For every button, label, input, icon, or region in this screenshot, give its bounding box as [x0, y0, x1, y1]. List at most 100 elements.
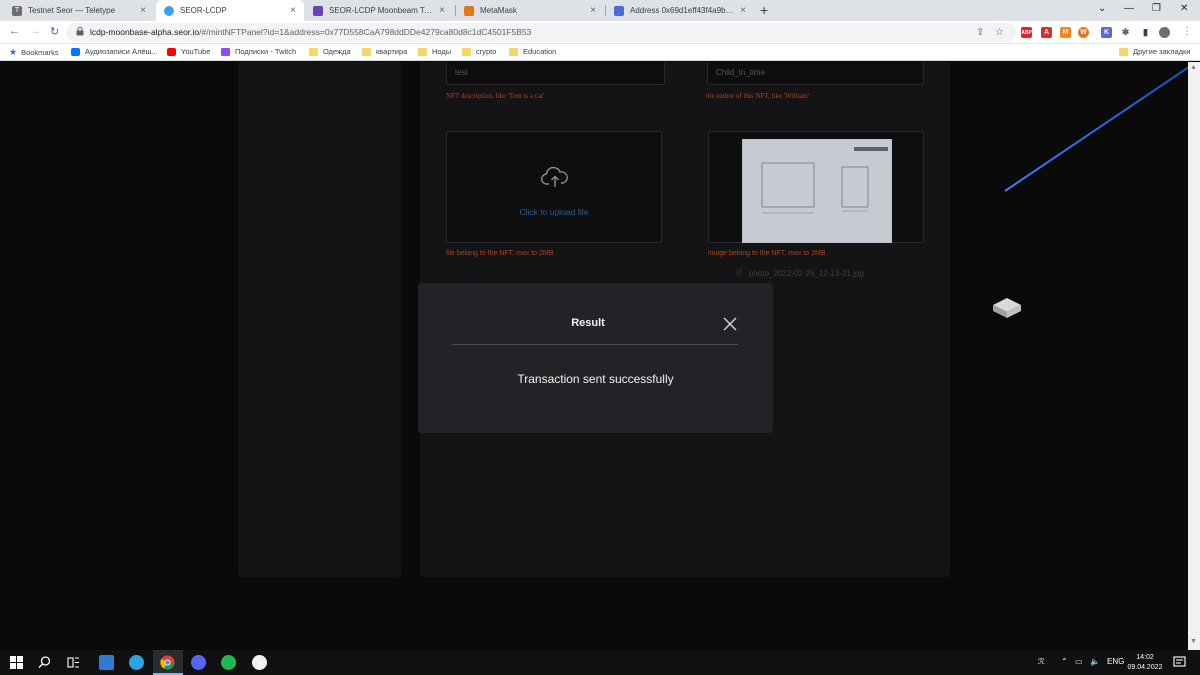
tab-search-icon[interactable]: ⌄: [1098, 3, 1106, 14]
vk-icon: [71, 47, 80, 56]
bookmark-folder-education[interactable]: Education: [509, 47, 556, 56]
forward-arrow-icon[interactable]: →: [30, 25, 41, 37]
task-view-icon[interactable]: [66, 655, 81, 670]
bookmark-youtube[interactable]: YouTube: [167, 47, 210, 56]
bookmark-bookmarks[interactable]: ★ Bookmarks: [9, 47, 59, 58]
decorative-ray: [1004, 62, 1197, 192]
bookmark-star-icon[interactable]: ☆: [995, 27, 1004, 38]
bookmark-folder-crypto[interactable]: crypto: [462, 47, 496, 56]
file-explorer-icon[interactable]: [99, 655, 114, 670]
close-tab-icon[interactable]: ×: [590, 5, 596, 16]
metamask-icon[interactable]: M: [1060, 27, 1071, 38]
bookmark-folder-nodes[interactable]: Ноды: [418, 47, 451, 56]
bookmark-label: Другие закладки: [1133, 47, 1191, 56]
share-icon[interactable]: ⇪: [976, 27, 984, 38]
file-upload-area[interactable]: Click to upload file: [446, 131, 662, 243]
page-content: test NFT description, like 'Tom is a cat…: [0, 62, 1200, 650]
tab-teletype[interactable]: T Testnet Seor — Teletype ×: [4, 0, 154, 21]
new-tab-button[interactable]: +: [760, 2, 768, 18]
app-icon[interactable]: [252, 655, 267, 670]
lock-icon: [76, 27, 84, 36]
minimize-button[interactable]: —: [1124, 3, 1134, 14]
bookmark-label: квартира: [376, 47, 408, 56]
bookmark-label: YouTube: [181, 47, 211, 56]
address-bar[interactable]: lcdp-moonbase-alpha.seor.io/#/mintNFTPan…: [66, 23, 1016, 42]
explorer-icon: [614, 5, 624, 16]
extension-label: M: [1062, 29, 1069, 36]
image-upload-area[interactable]: [708, 131, 924, 243]
bookmark-label: Bookmarks: [21, 48, 59, 57]
bookmark-folder-clothes[interactable]: Одежда: [309, 47, 351, 56]
tab-strip: T Testnet Seor — Teletype × SEOR-LCDP × …: [0, 0, 1200, 21]
close-tab-icon[interactable]: ×: [140, 5, 146, 16]
language-indicator[interactable]: ENG: [1107, 657, 1124, 666]
tab-seor-lcdp[interactable]: SEOR-LCDP ×: [156, 0, 304, 21]
chrome-icon[interactable]: [160, 655, 175, 670]
extension-label: ✱: [1121, 27, 1130, 37]
image-filename: photo_2022-02-26_12-13-21.jpg: [749, 269, 864, 278]
bookmark-label: Education: [523, 47, 557, 56]
network-icon[interactable]: ▭: [1075, 657, 1083, 666]
image-hint: image belong to the NFT, max to 2MB: [708, 250, 826, 257]
folder-icon: [1119, 47, 1128, 56]
url-host: lcdp-moonbase-alpha.seor.io: [90, 27, 200, 37]
tab-seor-moonbeam[interactable]: SEOR-LCDP Moonbeam Testnet ×: [305, 0, 453, 21]
bookmark-label: Одежда: [323, 47, 351, 56]
tab-metamask[interactable]: MetaMask ×: [456, 0, 604, 21]
people-icon[interactable]: ℛ: [1038, 657, 1044, 666]
upload-label[interactable]: Click to upload file: [447, 207, 661, 217]
sidebar-panel: [238, 62, 401, 577]
moonbeam-icon: [313, 5, 323, 16]
back-arrow-icon[interactable]: ←: [9, 25, 20, 37]
close-icon[interactable]: [723, 317, 737, 331]
modal-message: Transaction sent successfully: [517, 372, 674, 386]
notifications-icon[interactable]: [1172, 655, 1187, 670]
profile-avatar[interactable]: ●: [1159, 27, 1170, 38]
extension-label: K: [1103, 29, 1110, 36]
kebab-menu-icon[interactable]: ⋮: [1182, 26, 1192, 37]
file-hint: file belong to the NFT, max to 2MB: [446, 250, 554, 257]
stacked-layers-icon: [993, 298, 1021, 318]
tray-chevron-icon[interactable]: ⌃: [1061, 657, 1068, 666]
folder-icon: [418, 47, 427, 56]
extension-label: A: [1043, 29, 1050, 36]
puzzle-icon[interactable]: ✱: [1120, 27, 1131, 38]
close-window-button[interactable]: ✕: [1180, 3, 1188, 14]
pdf-icon[interactable]: A: [1041, 27, 1052, 38]
star-icon: ★: [9, 47, 18, 57]
sidepanel-icon[interactable]: ▮: [1140, 27, 1151, 38]
scroll-up-icon[interactable]: ▲: [1190, 64, 1197, 71]
bookmark-vk[interactable]: Аудиозаписи Алёш...: [71, 47, 158, 56]
restore-button[interactable]: ❐: [1152, 3, 1161, 14]
close-tab-icon[interactable]: ×: [740, 5, 746, 16]
browser-toolbar: ← → ↻ lcdp-moonbase-alpha.seor.io/#/mint…: [0, 21, 1200, 44]
author-input[interactable]: Child_In_time: [707, 62, 924, 85]
url-path: /#/mintNFTPanel?id=1&address=0x77D558CaA…: [199, 27, 532, 37]
reload-icon[interactable]: ↻: [50, 25, 59, 38]
spotify-icon[interactable]: [221, 655, 236, 670]
windows-taskbar: ℛ ⌃ ▭ 🔈 ENG 14:02 09.04.2022: [0, 650, 1200, 675]
url-text: lcdp-moonbase-alpha.seor.io/#/mintNFTPan…: [90, 27, 531, 37]
wallet-icon[interactable]: W: [1078, 27, 1089, 38]
search-icon[interactable]: [37, 655, 52, 670]
system-clock[interactable]: 14:02 09.04.2022: [1127, 653, 1163, 673]
page-scrollbar[interactable]: ▲ ▼: [1188, 62, 1200, 650]
description-input[interactable]: test: [446, 62, 665, 85]
telegram-icon[interactable]: [129, 655, 144, 670]
close-tab-icon[interactable]: ×: [439, 5, 445, 16]
extension-label: W: [1080, 29, 1087, 36]
adblock-icon[interactable]: ABP: [1021, 27, 1032, 38]
close-tab-icon[interactable]: ×: [290, 5, 296, 16]
tab-address[interactable]: Address 0x69d1eff43f4a9b43285 ×: [606, 0, 754, 21]
bookmark-label: crypto: [476, 47, 497, 56]
volume-icon[interactable]: 🔈: [1090, 657, 1100, 666]
clock-time: 14:02: [1136, 654, 1154, 661]
bookmark-folder-apartment[interactable]: квартира: [362, 47, 407, 56]
windows-start-icon[interactable]: [9, 655, 24, 670]
bookmark-other[interactable]: Другие закладки: [1119, 47, 1190, 56]
scroll-down-icon[interactable]: ▼: [1190, 638, 1197, 645]
keplr-icon[interactable]: K: [1101, 27, 1112, 38]
discord-icon[interactable]: [191, 655, 206, 670]
bookmark-twitch[interactable]: Подписки - Twitch: [221, 47, 296, 56]
folder-icon: [462, 47, 471, 56]
